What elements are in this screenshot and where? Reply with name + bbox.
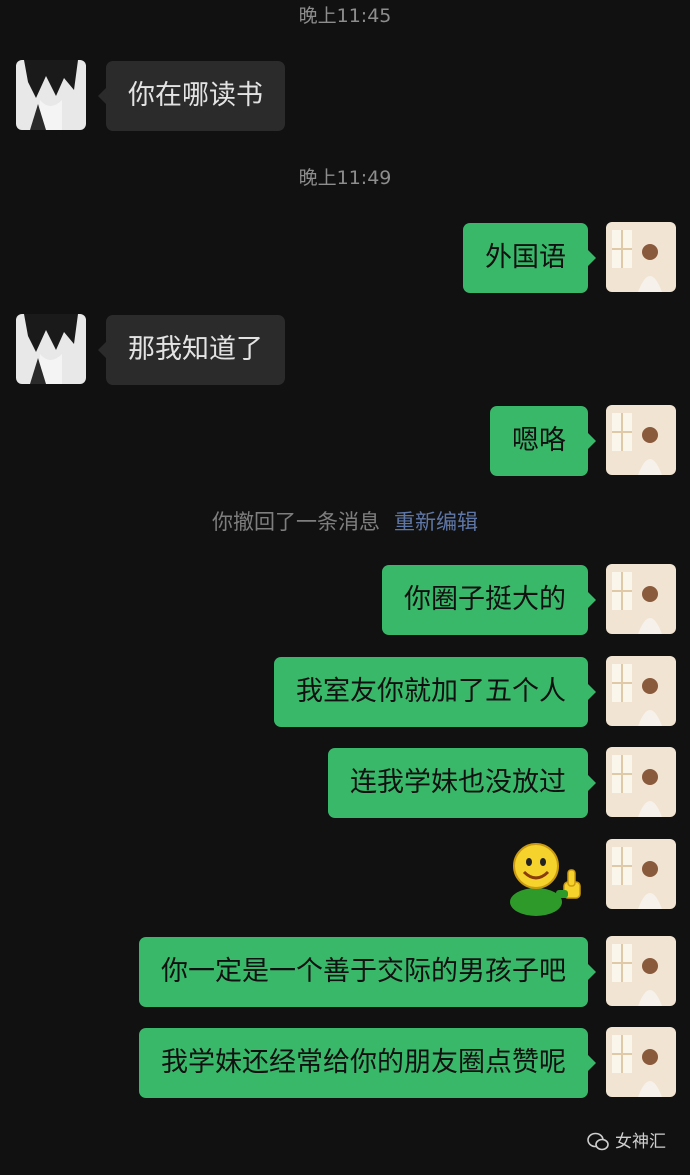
my-avatar[interactable] [606,1027,676,1097]
watermark-text: 女神汇 [615,1132,666,1152]
recall-notice: 你撤回了一条消息 重新编辑 [0,508,690,536]
message-bubble-outgoing[interactable]: 我室友你就加了五个人 [274,657,596,727]
my-avatar[interactable] [606,747,676,817]
my-avatar[interactable] [606,222,676,292]
message-bubble-incoming[interactable]: 那我知道了 [98,315,285,385]
re-edit-link[interactable]: 重新编辑 [394,510,478,534]
message-bubble-outgoing[interactable]: 你圈子挺大的 [382,565,596,635]
thumbs-up-smiley-icon[interactable] [500,838,590,918]
watermark: 女神汇 [587,1130,666,1154]
wechat-icon [587,1132,609,1151]
message-bubble-outgoing[interactable]: 我学妹还经常给你的朋友圈点赞呢 [139,1028,596,1098]
my-avatar[interactable] [606,405,676,475]
my-avatar[interactable] [606,936,676,1006]
contact-avatar[interactable] [16,314,86,384]
message-bubble-incoming[interactable]: 你在哪读书 [98,61,285,131]
timestamp: 晚上11:49 [298,167,392,189]
message-bubble-outgoing[interactable]: 嗯咯 [490,406,596,476]
message-bubble-outgoing[interactable]: 外国语 [463,223,596,293]
recall-text: 你撤回了一条消息 [212,510,380,534]
message-bubble-outgoing[interactable]: 连我学妹也没放过 [328,748,596,818]
my-avatar[interactable] [606,656,676,726]
contact-avatar[interactable] [16,60,86,130]
my-avatar[interactable] [606,564,676,634]
my-avatar[interactable] [606,839,676,909]
timestamp: 晚上11:45 [298,5,392,27]
message-bubble-outgoing[interactable]: 你一定是一个善于交际的男孩子吧 [139,937,596,1007]
